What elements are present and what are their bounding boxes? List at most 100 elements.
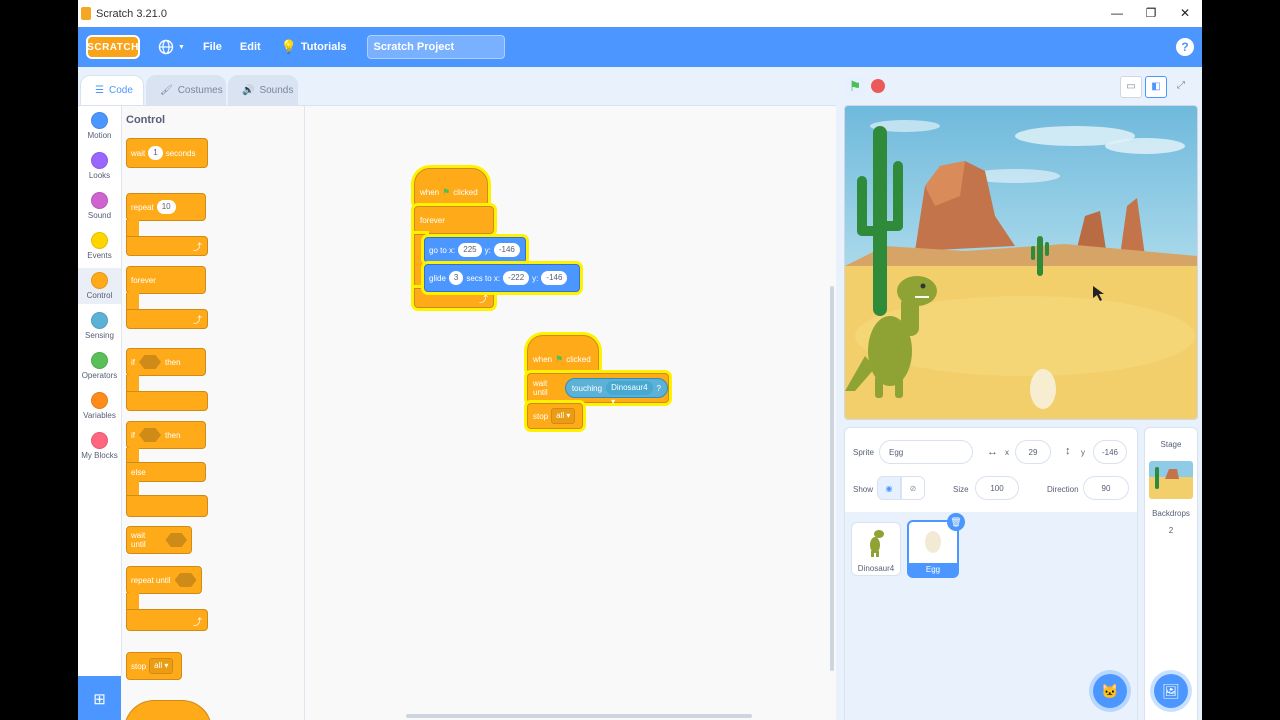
- c-block-bottom: ⤴: [126, 309, 208, 329]
- close-button[interactable]: ✕: [1168, 0, 1202, 27]
- x-position-input[interactable]: 29: [1015, 440, 1051, 464]
- tab-costumes[interactable]: 🖌 Costumes: [146, 75, 226, 105]
- edit-menu[interactable]: Edit: [240, 41, 261, 53]
- normal-stage-button[interactable]: ◧: [1145, 76, 1167, 98]
- tutorials-label: Tutorials: [300, 41, 347, 53]
- block-text: seconds: [165, 148, 196, 158]
- category-motion[interactable]: Motion: [78, 112, 121, 140]
- repeat-until-block[interactable]: repeat until: [126, 566, 202, 594]
- touching-block[interactable]: touching Dinosaur4 ▾ ?: [564, 378, 668, 406]
- green-flag-button[interactable]: ⚑: [845, 76, 865, 96]
- forever-block[interactable]: forever: [126, 266, 206, 294]
- goto-x-input[interactable]: 225: [458, 243, 482, 257]
- canvas-horizontal-scrollbar[interactable]: [406, 714, 752, 718]
- scratch-app-icon: [81, 7, 91, 20]
- canvas-vertical-scrollbar[interactable]: [830, 286, 834, 671]
- sprite-thumbnail-egg[interactable]: Egg 🗑: [907, 513, 965, 578]
- stop-block[interactable]: stop all ▾: [126, 652, 182, 680]
- loop-arrow-icon: ⤴: [192, 617, 202, 627]
- code-workspace: Motion Looks Sound Events Control Sensin…: [78, 105, 1048, 720]
- direction-input[interactable]: 90: [1083, 476, 1129, 500]
- stage-selector[interactable]: Stage Backdrops 2 🖼: [1144, 427, 1198, 720]
- category-sensing[interactable]: Sensing: [78, 312, 121, 340]
- when-flag-clicked-hat[interactable]: when ⚑ clicked: [527, 335, 599, 373]
- stop-dropdown[interactable]: all ▾: [551, 408, 576, 424]
- loop-arrow-icon: ⤴: [192, 242, 202, 252]
- category-control[interactable]: Control: [78, 268, 121, 304]
- stop-block[interactable]: stop all ▾: [527, 403, 583, 429]
- delete-sprite-button[interactable]: 🗑: [947, 513, 965, 531]
- loop-arrow-icon: ⤴: [478, 294, 488, 304]
- category-sound[interactable]: Sound: [78, 192, 121, 220]
- show-hidden-button[interactable]: ⊘: [901, 476, 925, 500]
- category-operators[interactable]: Operators: [78, 352, 121, 380]
- boolean-slot[interactable]: [165, 533, 187, 547]
- sprite-name-input[interactable]: Egg: [879, 440, 973, 464]
- stop-dropdown[interactable]: all ▾: [149, 658, 174, 674]
- glide-secs-input[interactable]: 3: [448, 271, 464, 285]
- y-position-input[interactable]: -146: [1093, 440, 1127, 464]
- else-section: else: [126, 462, 206, 482]
- file-menu[interactable]: File: [203, 41, 222, 53]
- choose-sprite-button[interactable]: 🐱: [1093, 674, 1127, 708]
- goto-y-input[interactable]: -146: [493, 243, 520, 257]
- category-variables[interactable]: Variables: [78, 392, 121, 420]
- show-visible-button[interactable]: ◉: [877, 476, 901, 500]
- boolean-slot[interactable]: [174, 573, 197, 587]
- block-text: repeat: [131, 202, 154, 212]
- block-text: clicked: [566, 354, 591, 364]
- block-text: touching: [571, 383, 603, 393]
- stage[interactable]: [844, 105, 1198, 420]
- glide-y-input[interactable]: -146: [541, 271, 568, 285]
- scratch-logo[interactable]: SCRATCH: [86, 35, 140, 59]
- tab-sounds-label: Sounds: [259, 84, 294, 96]
- motion-dot-icon: [91, 112, 108, 129]
- wait-until-block[interactable]: wait until touching Dinosaur4 ▾ ?: [527, 373, 669, 406]
- category-label: My Blocks: [81, 451, 118, 460]
- wait-until-block[interactable]: wait until: [126, 526, 192, 554]
- go-to-xy-block[interactable]: go to x: 225 y: -146: [424, 237, 526, 263]
- glide-x-input[interactable]: -222: [503, 271, 530, 285]
- if-then-block[interactable]: if then: [126, 348, 206, 376]
- fullscreen-button[interactable]: ⤢: [1171, 76, 1191, 96]
- category-label: Variables: [83, 411, 116, 420]
- boolean-slot[interactable]: [139, 428, 161, 442]
- help-icon[interactable]: ?: [1176, 38, 1194, 56]
- size-input[interactable]: 100: [975, 476, 1019, 500]
- tab-code[interactable]: ☰ Code: [80, 75, 144, 105]
- wait-input[interactable]: 1: [148, 146, 163, 160]
- wait-block[interactable]: wait 1 seconds: [126, 138, 208, 168]
- sprite-thumbnail-dinosaur4[interactable]: Dinosaur4: [851, 522, 901, 576]
- when-flag-clicked-hat[interactable]: when ⚑ clicked: [414, 168, 488, 206]
- tutorials-button[interactable]: 💡 Tutorials: [281, 39, 347, 55]
- define-hat-block[interactable]: [124, 700, 212, 720]
- block-palette: Control wait 1 seconds repeat 10 ⤴ forever …: [122, 106, 305, 720]
- editor-tabs: ☰ Code 🖌 Costumes 🔊 Sounds: [78, 67, 378, 105]
- stop-dropdown-value: all: [154, 661, 163, 670]
- boolean-slot[interactable]: [139, 355, 161, 369]
- if-else-block[interactable]: if then: [126, 421, 206, 449]
- category-my-blocks[interactable]: My Blocks: [78, 432, 121, 460]
- scripts-canvas[interactable]: when ⚑ clicked forever ⤴ go to x: 225 y:…: [306, 106, 1048, 720]
- choose-backdrop-button[interactable]: 🖼: [1154, 674, 1188, 708]
- sprite-name: Egg: [909, 563, 957, 576]
- project-title-input[interactable]: Scratch Project: [366, 35, 505, 59]
- forever-block[interactable]: forever: [414, 206, 494, 234]
- stage-backdrop: [845, 106, 1197, 419]
- repeat-block[interactable]: repeat 10: [126, 193, 206, 221]
- glide-to-xy-block[interactable]: glide 3 secs to x: -222 y: -146: [424, 264, 580, 292]
- small-stage-button[interactable]: ▭: [1120, 76, 1142, 98]
- tab-sounds[interactable]: 🔊 Sounds: [228, 75, 298, 105]
- block-text: repeat until: [131, 575, 171, 585]
- maximize-button[interactable]: ❐: [1134, 0, 1168, 27]
- add-extension-button[interactable]: ⊞: [78, 676, 121, 720]
- category-looks[interactable]: Looks: [78, 152, 121, 180]
- touching-dropdown[interactable]: Dinosaur4 ▾: [606, 381, 653, 406]
- block-text: stop: [533, 411, 549, 421]
- minimize-button[interactable]: —: [1100, 0, 1134, 27]
- language-menu[interactable]: ▼: [158, 39, 185, 55]
- stop-button[interactable]: [871, 79, 885, 93]
- category-events[interactable]: Events: [78, 232, 121, 260]
- egg-thumbnail-icon: [925, 531, 941, 553]
- repeat-input[interactable]: 10: [156, 200, 176, 214]
